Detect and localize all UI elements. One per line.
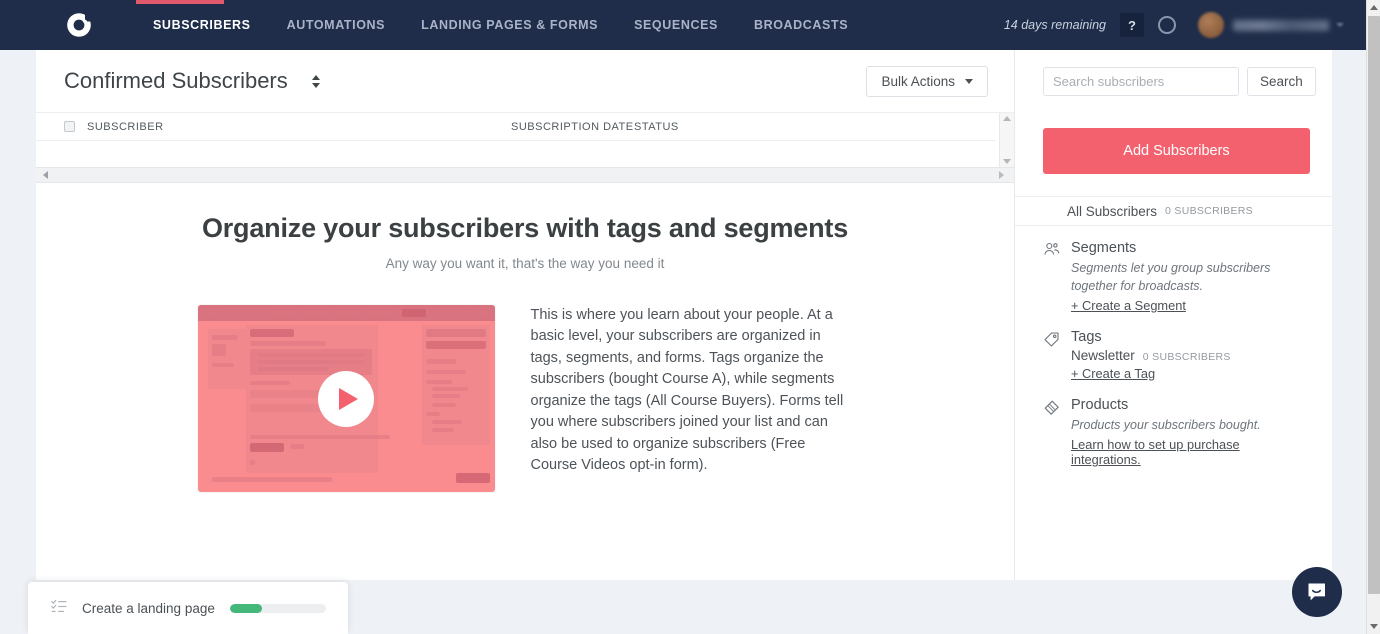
price-tag-icon [1043, 397, 1061, 469]
table-scroll-area: SUBSCRIBER SUBSCRIPTION DATE STATUS [36, 113, 1014, 167]
empty-state-body: This is where you learn about your peopl… [36, 305, 1014, 492]
scroll-left-arrow-icon[interactable] [43, 171, 48, 179]
select-all-checkbox[interactable] [64, 121, 75, 132]
sidebar-section-tags: Tags Newsletter 0 SUBSCRIBERS + Create a… [1015, 315, 1332, 383]
app-root: SUBSCRIBERS AUTOMATIONS LANDING PAGES & … [0, 0, 1380, 634]
scroll-down-arrow-icon[interactable] [1003, 159, 1011, 164]
chat-bubble-icon[interactable] [1292, 567, 1342, 617]
right-sidebar: Search Add Subscribers All Subscribers 0… [1014, 50, 1332, 580]
sort-descending-arrow [311, 82, 320, 88]
play-triangle [339, 387, 358, 410]
convertkit-logo-icon[interactable] [63, 9, 95, 41]
column-header-subscription-date[interactable]: SUBSCRIPTION DATE [511, 121, 634, 133]
trial-status-text: 14 days remaining [1003, 18, 1106, 32]
ring-icon[interactable] [1158, 16, 1176, 34]
scroll-up-arrow-icon[interactable] [1003, 116, 1011, 121]
table-header-row: SUBSCRIBER SUBSCRIPTION DATE STATUS [36, 113, 996, 141]
nav-item-broadcasts[interactable]: BROADCASTS [736, 0, 866, 50]
avatar[interactable] [1198, 12, 1224, 38]
tags-body: Tags Newsletter 0 SUBSCRIBERS + Create a… [1071, 329, 1231, 383]
tag-icon [1043, 329, 1061, 383]
checklist-icon [50, 598, 68, 619]
column-header-subscriber[interactable]: SUBSCRIBER [87, 121, 511, 133]
products-body: Products Products your subscribers bough… [1071, 397, 1310, 469]
landing-page-progress-bar [230, 603, 326, 613]
landing-page-label: Create a landing page [82, 600, 215, 616]
sidebar-search-row: Search [1015, 50, 1332, 112]
tutorial-video-thumbnail[interactable] [197, 305, 495, 492]
segments-description: Segments let you group subscribers toget… [1071, 261, 1271, 294]
nav-right-group: 14 days remaining ? [1004, 0, 1366, 50]
scroll-up-arrow-icon[interactable] [1370, 5, 1378, 10]
purchase-integrations-link[interactable]: Learn how to set up purchase integration… [1071, 437, 1310, 467]
sort-ascending-arrow [311, 74, 320, 80]
table-vertical-scrollbar[interactable] [999, 113, 1014, 167]
create-landing-page-widget[interactable]: Create a landing page [28, 582, 348, 634]
table-horizontal-scrollbar[interactable] [36, 167, 1014, 183]
play-icon[interactable] [318, 370, 374, 427]
nav-item-landing-pages-forms[interactable]: LANDING PAGES & FORMS [403, 0, 616, 50]
all-subscribers-count: 0 SUBSCRIBERS [1165, 205, 1253, 217]
browser-scrollbar[interactable] [1366, 0, 1380, 634]
content-card: Confirmed Subscribers Bulk Actions SUBSC… [36, 50, 1014, 580]
tags-title: Tags [1071, 329, 1102, 346]
nav-item-subscribers[interactable]: SUBSCRIBERS [135, 0, 269, 50]
sidebar-section-segments: Segments Segments let you group subscrib… [1015, 226, 1332, 315]
landing-page-progress-fill [230, 603, 262, 613]
page-title: Confirmed Subscribers [64, 68, 288, 93]
username-label[interactable] [1233, 19, 1329, 31]
chevron-down-icon [965, 78, 973, 84]
empty-state: Organize your subscribers with tags and … [36, 183, 1014, 532]
products-title: Products [1071, 397, 1129, 414]
top-navigation-bar: SUBSCRIBERS AUTOMATIONS LANDING PAGES & … [0, 0, 1366, 50]
table-body-empty [36, 141, 996, 166]
empty-state-description: This is where you learn about your peopl… [530, 307, 844, 474]
column-header-status[interactable]: STATUS [634, 121, 679, 133]
bulk-actions-label: Bulk Actions [881, 73, 955, 89]
nav-item-automations[interactable]: AUTOMATIONS [269, 0, 404, 50]
add-subscribers-wrap: Add Subscribers [1015, 112, 1332, 196]
create-segment-link[interactable]: + Create a Segment [1071, 298, 1186, 313]
subscribers-table: SUBSCRIBER SUBSCRIPTION DATE STATUS [36, 112, 1014, 183]
empty-state-subtitle: Any way you want it, that's the way you … [385, 256, 665, 271]
empty-state-title: Organize your subscribers with tags and … [201, 213, 849, 243]
scrollbar-thumb[interactable] [1368, 16, 1380, 594]
all-subscribers-row[interactable]: All Subscribers 0 SUBSCRIBERS [1015, 196, 1332, 226]
tag-subscriber-count: 0 SUBSCRIBERS [1142, 351, 1231, 364]
bulk-actions-button[interactable]: Bulk Actions [866, 65, 988, 97]
active-tab-indicator [136, 0, 224, 4]
search-button[interactable]: Search [1247, 66, 1316, 96]
products-description: Products your subscribers bought. [1071, 418, 1261, 433]
nav-links: SUBSCRIBERS AUTOMATIONS LANDING PAGES & … [135, 0, 866, 50]
sidebar-section-products: Products Products your subscribers bough… [1015, 383, 1332, 469]
scroll-right-arrow-icon[interactable] [999, 171, 1004, 179]
tag-name: Newsletter [1071, 348, 1135, 364]
chevron-down-icon[interactable] [1336, 23, 1344, 27]
scroll-down-arrow-icon[interactable] [1370, 624, 1378, 629]
sort-updown-icon[interactable] [311, 74, 320, 88]
nav-item-sequences[interactable]: SEQUENCES [616, 0, 736, 50]
create-tag-link[interactable]: + Create a Tag [1071, 366, 1155, 381]
help-button[interactable]: ? [1120, 13, 1144, 37]
all-subscribers-label: All Subscribers [1067, 203, 1158, 219]
segments-body: Segments Segments let you group subscrib… [1071, 240, 1310, 315]
add-subscribers-button[interactable]: Add Subscribers [1043, 128, 1310, 174]
tag-list-item[interactable]: Newsletter 0 SUBSCRIBERS [1071, 348, 1231, 363]
people-icon [1043, 240, 1061, 315]
main-layout: Confirmed Subscribers Bulk Actions SUBSC… [36, 50, 1366, 580]
card-header: Confirmed Subscribers Bulk Actions [36, 50, 1014, 112]
segments-title: Segments [1071, 240, 1137, 256]
search-input[interactable] [1043, 66, 1239, 96]
